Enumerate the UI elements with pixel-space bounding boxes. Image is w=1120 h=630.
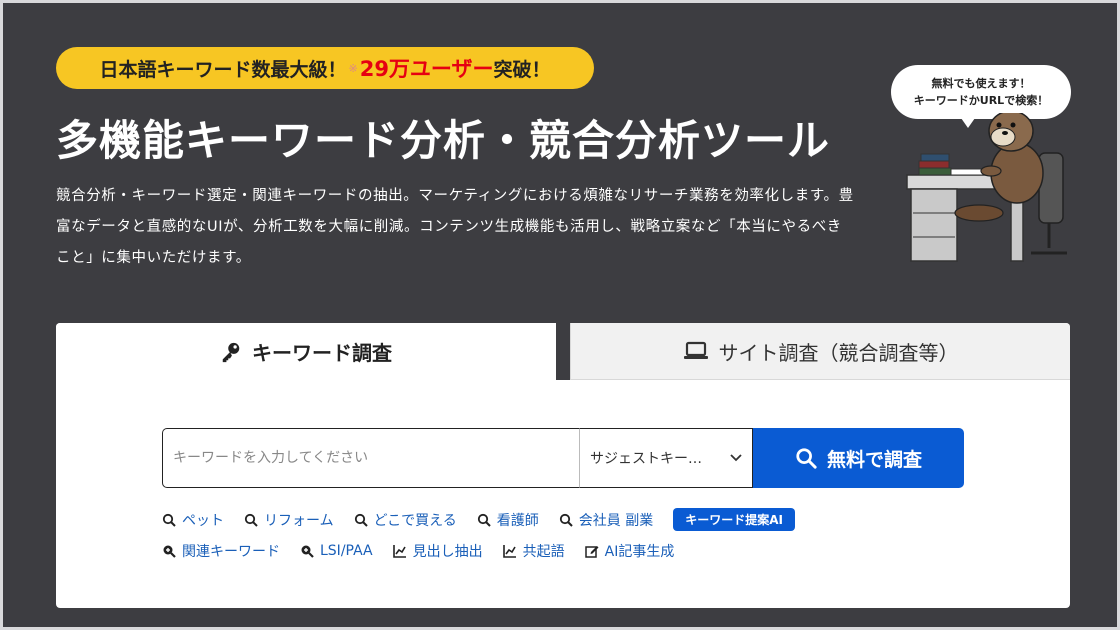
search-icon [162,513,176,527]
link-label: 会社員 副業 [578,512,654,529]
laptop-icon [683,341,708,359]
link-label: どこで買える [373,512,457,529]
link-label: 見出し抽出 [412,544,483,560]
search-icon [796,448,817,469]
example-link-pet[interactable]: ペット [162,510,224,530]
search-panel: キーワード調査 サイト調査（競合調査等） サジェストキー… [56,323,1070,608]
link-label: 関連キーワード [182,544,280,560]
link-label: 看護師 [496,512,539,529]
keyword-search-input[interactable] [162,428,579,488]
link-label: LSI/PAA [320,543,373,559]
page-background: 日本語キーワード数最大級！ ※ 29万ユーザー 突破！ 多機能キーワード分析・競… [0,0,1120,630]
example-link-nurse[interactable]: 看護師 [477,510,539,530]
badge-suffix: 突破！ [493,58,551,81]
tab-keyword-research[interactable]: キーワード調査 [56,323,556,380]
link-label: AI記事生成 [604,544,675,560]
bubble-line-1: 無料でも使えます！ [931,77,1031,90]
line-chart-icon [392,545,406,558]
tool-link-cooccurrence[interactable]: 共起語 [502,541,565,561]
search-icon [477,513,491,527]
badge-prefix: 日本語キーワード数最大級！ [99,58,347,81]
link-label: ペット [182,512,224,529]
zoom-plus-icon [301,545,314,558]
tool-link-related-keywords[interactable]: 関連キーワード [162,541,280,561]
edit-icon [584,546,599,558]
search-button[interactable]: 無料で調査 [753,428,964,488]
search-icon [244,513,258,527]
link-label: リフォーム [264,512,334,529]
tool-links: 関連キーワード LSI/PAA 見出し抽出 共起語 AI記事生成 [162,541,694,561]
bubble-line-2: キーワードかURLで検索！ [913,94,1049,107]
page-title: 多機能キーワード分析・競合分析ツール [56,116,831,165]
example-link-reform[interactable]: リフォーム [244,510,334,530]
tab-keyword-label: キーワード調査 [252,341,392,365]
tab-separator [556,323,570,380]
zoom-plus-icon [163,545,176,558]
link-label: 共起語 [522,544,565,560]
example-keyword-links: ペット リフォーム どこで買える 看護師 会社員 副業 キーワード提案AI [162,508,795,531]
key-icon [222,342,240,362]
example-link-where-to-buy[interactable]: どこで買える [354,510,457,530]
search-mode-select[interactable]: サジェストキー… [579,428,753,488]
chevron-down-icon [730,454,742,462]
tool-link-heading-extract[interactable]: 見出し抽出 [392,541,483,561]
sea-otter-mascot-illustration [906,113,1067,262]
tool-link-lsi-paa[interactable]: LSI/PAA [300,543,373,559]
search-mode-value: サジェストキー… [590,451,702,467]
badge-highlight: 29万ユーザー [359,57,494,81]
keyword-suggest-ai-button[interactable]: キーワード提案AI [673,508,795,531]
search-button-label: 無料で調査 [826,449,922,471]
tab-site-research[interactable]: サイト調査（競合調査等） [570,323,1070,380]
user-count-badge: 日本語キーワード数最大級！ ※ 29万ユーザー 突破！ [56,47,594,89]
speech-bubble: 無料でも使えます！ キーワードかURLで検索！ [891,65,1071,128]
example-link-side-job[interactable]: 会社員 副業 [559,510,653,530]
search-icon [559,513,573,527]
tool-link-ai-article[interactable]: AI記事生成 [584,541,675,561]
badge-note-mark: ※ [348,61,358,75]
tab-site-label: サイト調査（競合調査等） [718,340,959,365]
search-bar: サジェストキー… 無料で調査 [162,428,964,488]
hero-description: 競合分析・キーワード選定・関連キーワードの抽出。マーケティングにおける煩雑なリサ… [56,188,854,266]
line-chart-icon [502,545,516,558]
search-icon [354,513,368,527]
